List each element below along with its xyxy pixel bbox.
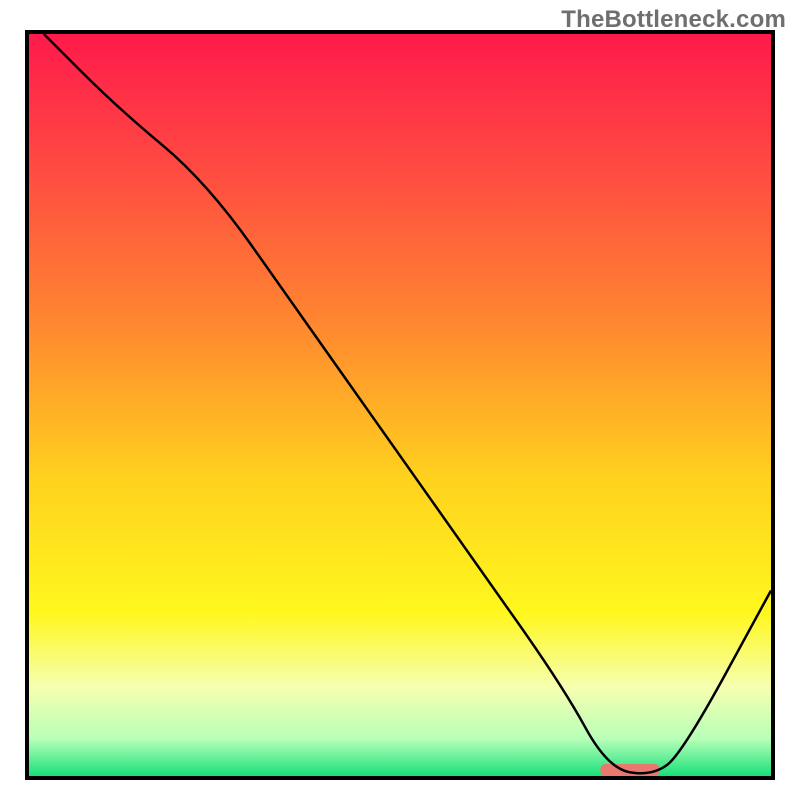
- chart-root: TheBottleneck.com: [0, 0, 800, 800]
- optimal-range-marker: [600, 764, 659, 776]
- chart-canvas: [29, 34, 771, 776]
- chart-frame: [25, 30, 775, 780]
- gradient-background: [29, 34, 771, 776]
- watermark-text: TheBottleneck.com: [561, 6, 786, 34]
